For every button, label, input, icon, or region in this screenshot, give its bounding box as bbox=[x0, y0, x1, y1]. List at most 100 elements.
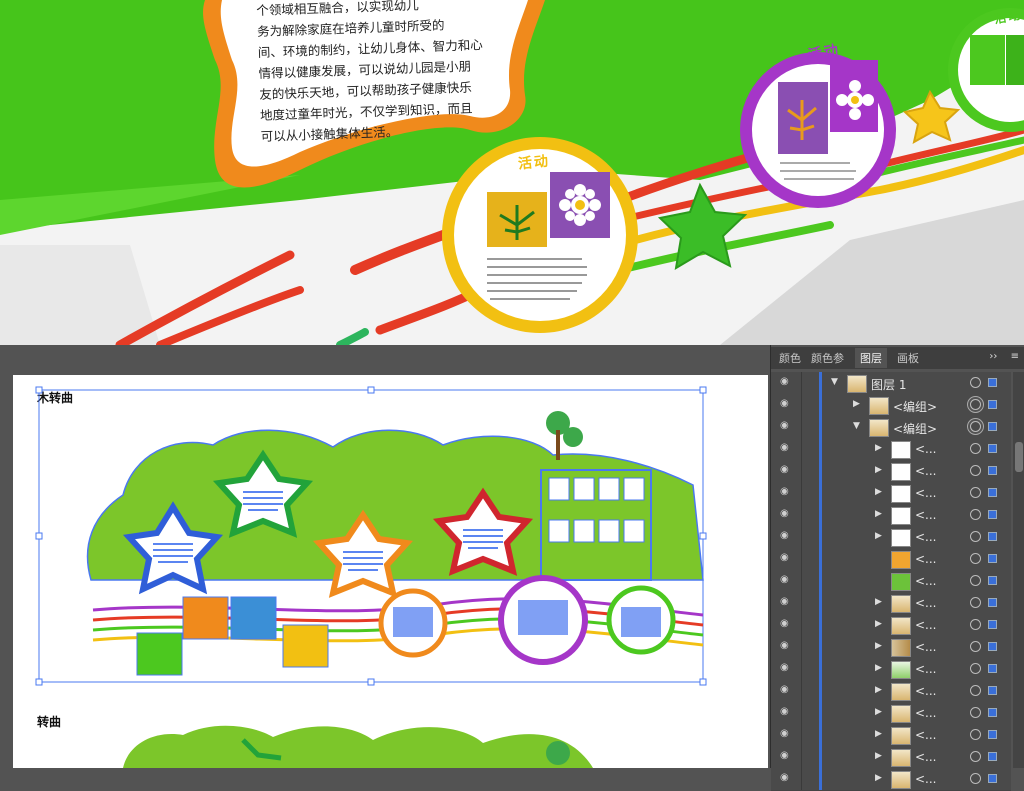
layer-row[interactable]: ◉ ▶ <... bbox=[771, 614, 1011, 637]
target-circle-icon[interactable] bbox=[970, 619, 981, 630]
lock-column[interactable] bbox=[801, 526, 802, 548]
lock-column[interactable] bbox=[801, 438, 802, 460]
visibility-eye-icon[interactable]: ◉ bbox=[780, 641, 792, 651]
target-circle-icon[interactable] bbox=[970, 751, 981, 762]
lock-column[interactable] bbox=[801, 504, 802, 526]
layer-name[interactable]: <... bbox=[915, 552, 937, 566]
layer-row[interactable]: ◉ <... bbox=[771, 548, 1011, 571]
visibility-eye-icon[interactable]: ◉ bbox=[780, 509, 792, 519]
scrollbar-thumb[interactable] bbox=[1015, 442, 1023, 472]
target-circle-icon[interactable] bbox=[970, 575, 981, 586]
visibility-eye-icon[interactable]: ◉ bbox=[780, 663, 792, 673]
layer-row[interactable]: ◉ ▶ <... bbox=[771, 438, 1011, 461]
artwork-selection[interactable] bbox=[13, 375, 768, 768]
selection-indicator[interactable] bbox=[988, 620, 997, 629]
selection-indicator[interactable] bbox=[988, 598, 997, 607]
selection-indicator[interactable] bbox=[988, 664, 997, 673]
layer-name[interactable]: <编组> bbox=[893, 420, 937, 437]
visibility-eye-icon[interactable]: ◉ bbox=[780, 597, 792, 607]
expand-arrow-icon[interactable]: ▶ bbox=[875, 531, 882, 541]
visibility-eye-icon[interactable]: ◉ bbox=[780, 377, 792, 387]
target-circle-icon[interactable] bbox=[970, 707, 981, 718]
expand-arrow-icon[interactable]: ▶ bbox=[875, 619, 882, 629]
layer-name[interactable]: <... bbox=[915, 486, 937, 500]
layer-name[interactable]: <... bbox=[915, 574, 937, 588]
selection-indicator[interactable] bbox=[988, 774, 997, 783]
target-circle-icon[interactable] bbox=[970, 443, 981, 454]
layer-name[interactable]: 图层 1 bbox=[871, 376, 906, 393]
tab-layers[interactable]: 图层 bbox=[855, 348, 887, 368]
selection-indicator[interactable] bbox=[988, 422, 997, 431]
target-circle-icon[interactable] bbox=[970, 487, 981, 498]
expand-arrow-icon[interactable]: ▶ bbox=[875, 773, 882, 783]
visibility-eye-icon[interactable]: ◉ bbox=[780, 575, 792, 585]
tab-artboards[interactable]: 画板 bbox=[897, 350, 919, 366]
lock-column[interactable] bbox=[801, 636, 802, 658]
lock-column[interactable] bbox=[801, 394, 802, 416]
selection-indicator[interactable] bbox=[988, 466, 997, 475]
layer-row[interactable]: ◉ ▶ <... bbox=[771, 592, 1011, 615]
expand-arrow-icon[interactable]: ▶ bbox=[875, 509, 882, 519]
lock-column[interactable] bbox=[801, 460, 802, 482]
lock-column[interactable] bbox=[801, 548, 802, 570]
collapse-panel-icon[interactable]: ›› bbox=[989, 351, 997, 362]
expand-arrow-icon[interactable]: ▶ bbox=[875, 443, 882, 453]
layer-row[interactable]: ◉ ▶ <... bbox=[771, 702, 1011, 725]
layer-row[interactable]: ◉ ▶ <... bbox=[771, 746, 1011, 769]
layer-row[interactable]: ◉ ▶ <... bbox=[771, 504, 1011, 527]
target-circle-icon[interactable] bbox=[970, 597, 981, 608]
layer-name[interactable]: <... bbox=[915, 530, 937, 544]
collapse-arrow-icon[interactable]: ▼ bbox=[831, 377, 838, 387]
artboard[interactable]: 木转曲 转曲 bbox=[13, 375, 768, 768]
target-circle-icon[interactable] bbox=[970, 531, 981, 542]
lock-column[interactable] bbox=[801, 372, 802, 394]
layer-name[interactable]: <编组> bbox=[893, 398, 937, 415]
visibility-eye-icon[interactable]: ◉ bbox=[780, 729, 792, 739]
lock-column[interactable] bbox=[801, 768, 802, 790]
layer-row[interactable]: ◉ ▼ 图层 1 bbox=[771, 372, 1011, 395]
selection-indicator[interactable] bbox=[988, 686, 997, 695]
selection-indicator[interactable] bbox=[988, 532, 997, 541]
selection-indicator[interactable] bbox=[988, 752, 997, 761]
lock-column[interactable] bbox=[801, 746, 802, 768]
lock-column[interactable] bbox=[801, 570, 802, 592]
layer-row[interactable]: ◉ ▼ <编组> bbox=[771, 416, 1011, 439]
visibility-eye-icon[interactable]: ◉ bbox=[780, 553, 792, 563]
visibility-eye-icon[interactable]: ◉ bbox=[780, 487, 792, 497]
expand-arrow-icon[interactable]: ▶ bbox=[875, 707, 882, 717]
layer-name[interactable]: <... bbox=[915, 596, 937, 610]
target-circle-icon[interactable] bbox=[970, 553, 981, 564]
layer-name[interactable]: <... bbox=[915, 772, 937, 786]
target-circle-icon[interactable] bbox=[970, 465, 981, 476]
expand-arrow-icon[interactable]: ▶ bbox=[853, 399, 860, 409]
visibility-eye-icon[interactable]: ◉ bbox=[780, 443, 792, 453]
layer-row[interactable]: ◉ ▶ <... bbox=[771, 460, 1011, 483]
expand-arrow-icon[interactable]: ▶ bbox=[875, 487, 882, 497]
visibility-eye-icon[interactable]: ◉ bbox=[780, 685, 792, 695]
layer-name[interactable]: <... bbox=[915, 442, 937, 456]
visibility-eye-icon[interactable]: ◉ bbox=[780, 619, 792, 629]
layer-row[interactable]: ◉ ▶ <... bbox=[771, 636, 1011, 659]
document-canvas[interactable]: 木转曲 转曲 bbox=[0, 345, 770, 768]
target-circle-icon[interactable] bbox=[970, 421, 981, 432]
layer-row[interactable]: ◉ ▶ <... bbox=[771, 526, 1011, 549]
target-circle-icon[interactable] bbox=[970, 509, 981, 520]
selection-indicator[interactable] bbox=[988, 554, 997, 563]
layer-row[interactable]: ◉ ▶ <... bbox=[771, 768, 1011, 791]
layer-name[interactable]: <... bbox=[915, 662, 937, 676]
selection-indicator[interactable] bbox=[988, 576, 997, 585]
layer-row[interactable]: ◉ ▶ <... bbox=[771, 724, 1011, 747]
target-circle-icon[interactable] bbox=[970, 641, 981, 652]
selection-indicator[interactable] bbox=[988, 378, 997, 387]
layer-row[interactable]: ◉ ▶ <... bbox=[771, 680, 1011, 703]
layer-row[interactable]: ◉ <... bbox=[771, 570, 1011, 593]
layer-name[interactable]: <... bbox=[915, 684, 937, 698]
tab-color-guide[interactable]: 颜色参 bbox=[811, 350, 844, 366]
visibility-eye-icon[interactable]: ◉ bbox=[780, 531, 792, 541]
tab-color[interactable]: 颜色 bbox=[779, 350, 801, 366]
visibility-eye-icon[interactable]: ◉ bbox=[780, 707, 792, 717]
layer-row[interactable]: ◉ ▶ <... bbox=[771, 482, 1011, 505]
layer-name[interactable]: <... bbox=[915, 706, 937, 720]
lock-column[interactable] bbox=[801, 702, 802, 724]
expand-arrow-icon[interactable]: ▶ bbox=[875, 729, 882, 739]
